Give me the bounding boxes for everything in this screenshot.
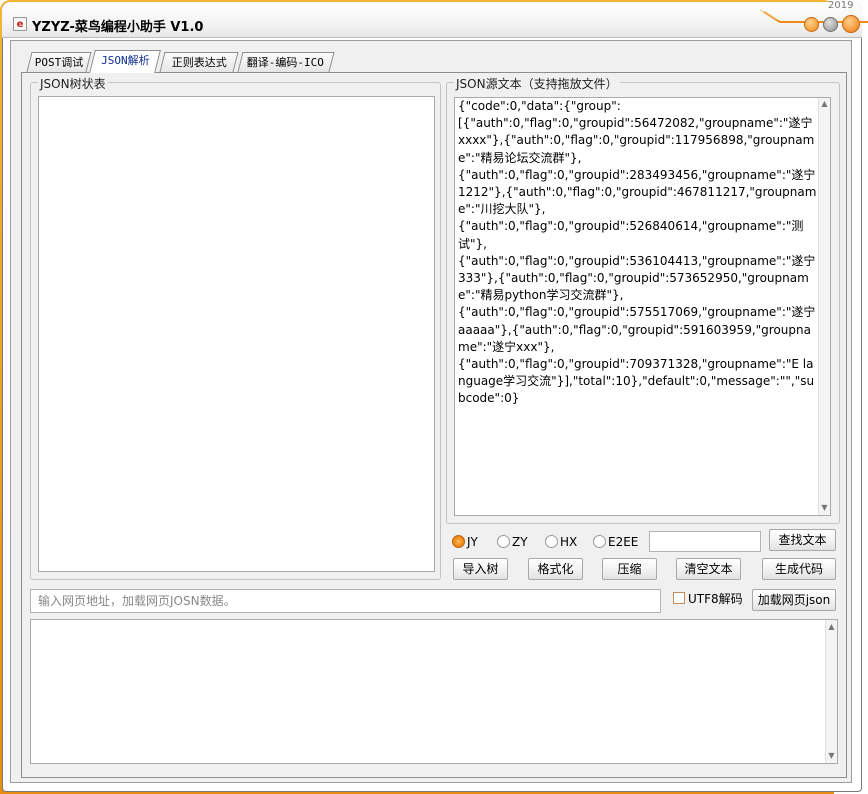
format-button[interactable]: 格式化 [528, 558, 583, 580]
tab-label: 翻译-编码-ICO [247, 56, 325, 69]
tab-label: JSON解析 [100, 54, 150, 67]
radio-hx[interactable] [545, 535, 558, 548]
scroll-down-icon[interactable]: ▼ [826, 751, 837, 760]
json-tree-view[interactable] [38, 96, 435, 572]
utf8-checkbox[interactable] [673, 592, 685, 604]
radio-jy-label: JY [467, 535, 478, 549]
clear-text-button[interactable]: 清空文本 [676, 558, 741, 580]
compress-button[interactable]: 压缩 [602, 558, 657, 580]
load-web-json-button[interactable]: 加载网页json [752, 589, 836, 611]
radio-zy[interactable] [497, 535, 510, 548]
find-text-button[interactable]: 查找文本 [769, 529, 836, 551]
radio-zy-label: ZY [512, 535, 528, 549]
app-logo-icon: e [13, 17, 27, 31]
url-input[interactable]: 输入网页地址，加载网页JOSN数据。 [30, 589, 661, 613]
scroll-down-icon[interactable]: ▼ [819, 503, 830, 512]
utf8-label: UTF8解码 [688, 592, 743, 606]
output-scrollbar[interactable] [825, 620, 837, 763]
year-label: 2019 [828, 0, 854, 11]
scroll-up-icon[interactable]: ▲ [826, 622, 837, 631]
tree-legend: JSON树状表 [38, 75, 108, 92]
scroll-up-icon[interactable]: ▲ [819, 99, 830, 108]
radio-e2ee-label: E2EE [608, 535, 639, 549]
tab-post-debug[interactable]: POST调试 [26, 52, 92, 72]
radio-jy[interactable] [452, 535, 465, 548]
radio-hx-label: HX [560, 535, 578, 549]
maximize-button[interactable] [823, 17, 838, 32]
tab-regex[interactable]: 正则表达式 [159, 52, 239, 72]
tab-translate-encode-ico[interactable]: 翻译-编码-ICO [237, 52, 335, 72]
import-tree-button[interactable]: 导入树 [453, 558, 508, 580]
source-legend: JSON源文本（支持拖放文件） [454, 75, 620, 92]
tab-json-parse[interactable]: JSON解析 [89, 50, 161, 73]
window-title: YZYZ-菜鸟编程小助手 V1.0 [32, 20, 204, 35]
search-input[interactable] [649, 531, 761, 552]
tab-label: POST调试 [34, 56, 84, 69]
json-source-scrollbar[interactable] [818, 98, 830, 515]
output-textarea[interactable] [30, 619, 838, 764]
minimize-button[interactable] [804, 17, 819, 32]
generate-code-button[interactable]: 生成代码 [762, 558, 836, 580]
radio-e2ee[interactable] [593, 535, 606, 548]
close-button[interactable] [842, 15, 860, 33]
tab-label: 正则表达式 [171, 56, 227, 69]
json-source-text: {"code":0,"data":{"group": [{"auth":0,"f… [458, 99, 817, 406]
